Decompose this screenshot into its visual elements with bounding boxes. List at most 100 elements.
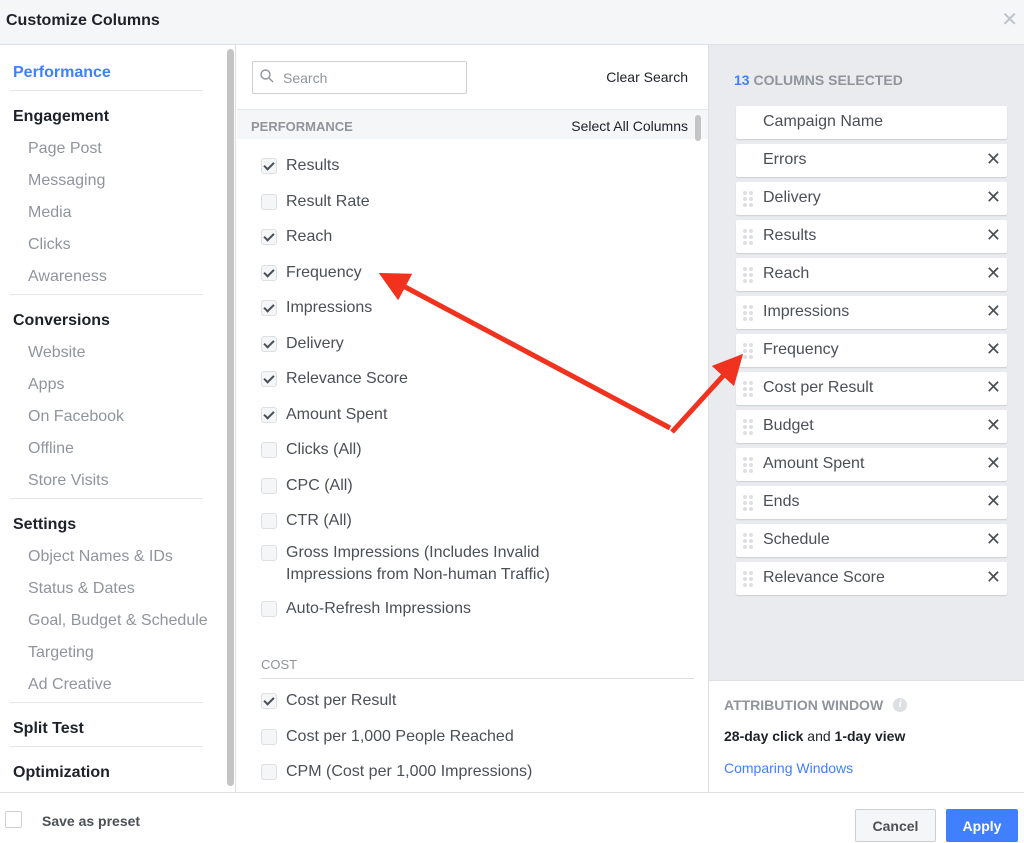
drag-handle-icon[interactable] bbox=[742, 228, 754, 246]
sidebar-group-performance[interactable]: Performance bbox=[13, 64, 111, 82]
column-option[interactable]: Frequency bbox=[261, 262, 616, 284]
column-option[interactable]: Reach bbox=[261, 226, 616, 248]
selected-column[interactable]: Impressions ✕ bbox=[736, 296, 1007, 329]
cancel-button[interactable]: Cancel bbox=[855, 809, 936, 842]
column-option[interactable]: Gross Impressions (Includes Invalid Impr… bbox=[261, 542, 616, 586]
sidebar-group-engagement[interactable]: Engagement bbox=[13, 108, 109, 126]
remove-column-icon[interactable]: ✕ bbox=[986, 567, 1001, 587]
drag-handle-icon[interactable] bbox=[742, 570, 754, 588]
remove-column-icon[interactable]: ✕ bbox=[986, 225, 1001, 245]
checkbox-checked[interactable] bbox=[261, 265, 277, 281]
column-option[interactable]: Auto-Refresh Impressions bbox=[261, 598, 616, 620]
remove-column-icon[interactable]: ✕ bbox=[986, 339, 1001, 359]
checkbox-unchecked[interactable] bbox=[261, 729, 277, 745]
remove-column-icon[interactable]: ✕ bbox=[986, 301, 1001, 321]
sidebar-item-awareness[interactable]: Awareness bbox=[28, 268, 107, 286]
sidebar-item-ad-creative[interactable]: Ad Creative bbox=[28, 676, 112, 694]
sidebar-group-settings[interactable]: Settings bbox=[13, 516, 76, 534]
checkbox-checked[interactable] bbox=[261, 693, 277, 709]
column-option[interactable]: Cost per 1,000 People Reached bbox=[261, 726, 616, 748]
drag-handle-icon[interactable] bbox=[742, 266, 754, 284]
clear-search-link[interactable]: Clear Search bbox=[606, 69, 688, 85]
column-option[interactable]: Result Rate bbox=[261, 191, 616, 213]
selected-column[interactable]: Schedule ✕ bbox=[736, 524, 1007, 557]
drag-handle-icon[interactable] bbox=[742, 304, 754, 322]
drag-handle-icon[interactable] bbox=[742, 342, 754, 360]
checkbox-unchecked[interactable] bbox=[261, 513, 277, 529]
column-option[interactable]: CPC (All) bbox=[261, 475, 616, 497]
search-input[interactable] bbox=[283, 62, 463, 93]
sidebar-item-page-post[interactable]: Page Post bbox=[28, 140, 102, 158]
search-field[interactable] bbox=[252, 61, 467, 94]
column-option[interactable]: Cost per Result bbox=[261, 690, 616, 712]
sidebar-item-on-facebook[interactable]: On Facebook bbox=[28, 408, 124, 426]
selected-column[interactable]: Relevance Score ✕ bbox=[736, 562, 1007, 595]
remove-column-icon[interactable]: ✕ bbox=[986, 453, 1001, 473]
checkbox-checked[interactable] bbox=[261, 158, 277, 174]
selected-column[interactable]: Cost per Result ✕ bbox=[736, 372, 1007, 405]
info-icon[interactable]: i bbox=[893, 698, 908, 712]
checkbox-checked[interactable] bbox=[261, 371, 277, 387]
sidebar-item-clicks[interactable]: Clicks bbox=[28, 236, 71, 254]
column-option[interactable]: Delivery bbox=[261, 333, 616, 355]
select-all-columns-link[interactable]: Select All Columns bbox=[571, 118, 688, 134]
selected-column[interactable]: Budget ✕ bbox=[736, 410, 1007, 443]
selected-column[interactable]: Frequency ✕ bbox=[736, 334, 1007, 367]
remove-column-icon[interactable]: ✕ bbox=[986, 263, 1001, 283]
selected-column[interactable]: Amount Spent ✕ bbox=[736, 448, 1007, 481]
sidebar-item-messaging[interactable]: Messaging bbox=[28, 172, 105, 190]
remove-column-icon[interactable]: ✕ bbox=[986, 149, 1001, 169]
column-list-scrollbar[interactable] bbox=[695, 115, 701, 141]
save-preset-checkbox[interactable] bbox=[5, 811, 22, 828]
sidebar-item-apps[interactable]: Apps bbox=[28, 376, 64, 394]
sidebar-scrollbar[interactable] bbox=[227, 49, 234, 786]
remove-column-icon[interactable]: ✕ bbox=[986, 529, 1001, 549]
checkbox-unchecked[interactable] bbox=[261, 601, 277, 617]
sidebar-group-conversions[interactable]: Conversions bbox=[13, 312, 110, 330]
selected-column[interactable]: Delivery ✕ bbox=[736, 182, 1007, 215]
sidebar-item-media[interactable]: Media bbox=[28, 204, 72, 222]
sidebar-item-object-names-ids[interactable]: Object Names & IDs bbox=[28, 548, 173, 566]
checkbox-unchecked[interactable] bbox=[261, 764, 277, 780]
sidebar-group-optimization[interactable]: Optimization bbox=[13, 764, 110, 782]
sidebar-item-status-dates[interactable]: Status & Dates bbox=[28, 580, 135, 598]
selected-column[interactable]: Results ✕ bbox=[736, 220, 1007, 253]
comparing-windows-link[interactable]: Comparing Windows bbox=[724, 760, 853, 776]
sidebar-group-split-test[interactable]: Split Test bbox=[13, 720, 84, 738]
column-option-label: CTR (All) bbox=[286, 512, 352, 529]
drag-handle-icon[interactable] bbox=[742, 494, 754, 512]
sidebar-item-goal-budget-schedule[interactable]: Goal, Budget & Schedule bbox=[28, 612, 208, 630]
apply-button[interactable]: Apply bbox=[946, 809, 1018, 842]
remove-column-icon[interactable]: ✕ bbox=[986, 187, 1001, 207]
checkbox-checked[interactable] bbox=[261, 407, 277, 423]
selected-column[interactable]: Reach ✕ bbox=[736, 258, 1007, 291]
drag-handle-icon[interactable] bbox=[742, 456, 754, 474]
sidebar-item-targeting[interactable]: Targeting bbox=[28, 644, 94, 662]
column-option[interactable]: Impressions bbox=[261, 297, 616, 319]
drag-handle-icon[interactable] bbox=[742, 418, 754, 436]
drag-handle-icon[interactable] bbox=[742, 380, 754, 398]
remove-column-icon[interactable]: ✕ bbox=[986, 415, 1001, 435]
column-option[interactable]: Clicks (All) bbox=[261, 439, 616, 461]
column-option[interactable]: Amount Spent bbox=[261, 404, 616, 426]
column-option[interactable]: CTR (All) bbox=[261, 510, 616, 532]
sidebar-item-store-visits[interactable]: Store Visits bbox=[28, 472, 109, 490]
column-option[interactable]: CPM (Cost per 1,000 Impressions) bbox=[261, 761, 616, 783]
checkbox-checked[interactable] bbox=[261, 336, 277, 352]
column-option[interactable]: Results bbox=[261, 155, 616, 177]
sidebar-item-offline[interactable]: Offline bbox=[28, 440, 74, 458]
drag-handle-icon[interactable] bbox=[742, 532, 754, 550]
column-option[interactable]: Relevance Score bbox=[261, 368, 616, 390]
close-icon[interactable]: ✕ bbox=[1001, 10, 1018, 30]
sidebar-item-website[interactable]: Website bbox=[28, 344, 86, 362]
remove-column-icon[interactable]: ✕ bbox=[986, 491, 1001, 511]
checkbox-checked[interactable] bbox=[261, 229, 277, 245]
checkbox-unchecked[interactable] bbox=[261, 442, 277, 458]
drag-handle-icon[interactable] bbox=[742, 190, 754, 208]
checkbox-checked[interactable] bbox=[261, 300, 277, 316]
checkbox-unchecked[interactable] bbox=[261, 545, 277, 561]
checkbox-unchecked[interactable] bbox=[261, 478, 277, 494]
remove-column-icon[interactable]: ✕ bbox=[986, 377, 1001, 397]
checkbox-unchecked[interactable] bbox=[261, 194, 277, 210]
selected-column[interactable]: Ends ✕ bbox=[736, 486, 1007, 519]
